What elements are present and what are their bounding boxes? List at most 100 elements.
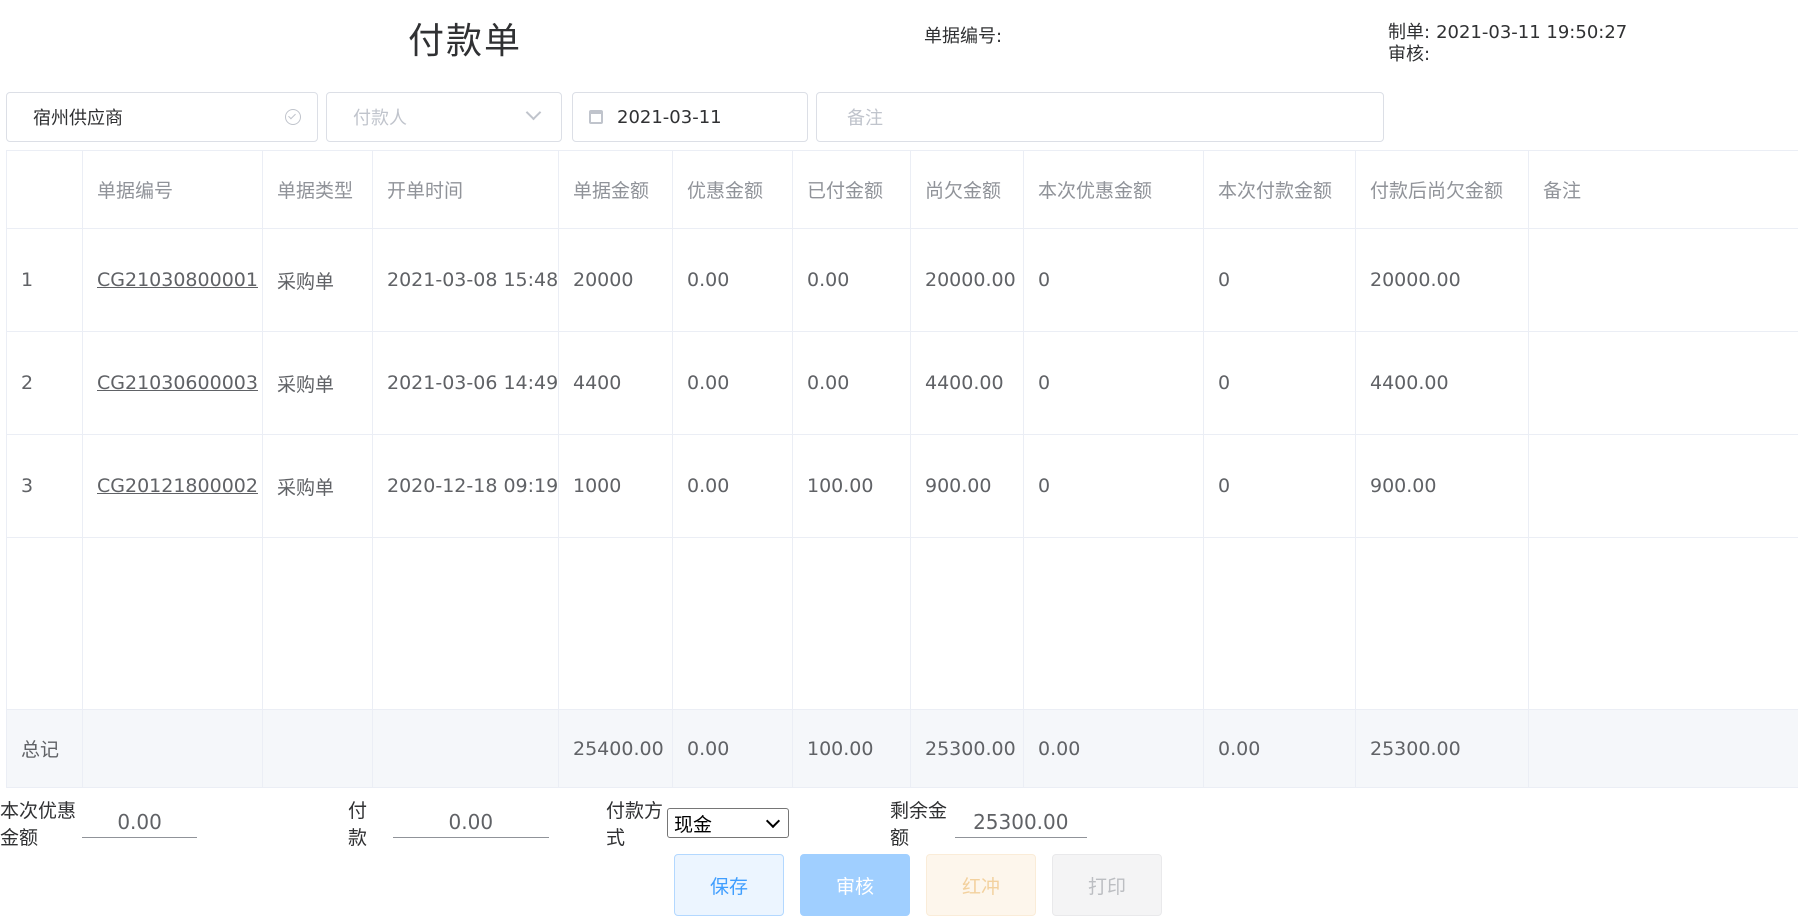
calendar-icon bbox=[589, 110, 603, 124]
table-row: 3 CG20121800002 采购单 2020-12-18 09:19 100… bbox=[6, 434, 1798, 538]
empty-cell bbox=[1528, 537, 1798, 710]
cell-doc-no[interactable]: CG20121800002 bbox=[82, 434, 263, 538]
empty-cell bbox=[558, 537, 673, 710]
cell-current-discount[interactable]: 0 bbox=[1023, 228, 1204, 332]
col-header-doc-type: 单据类型 bbox=[262, 150, 373, 229]
maker-time: 2021-03-11 19:50:27 bbox=[1436, 22, 1628, 43]
total-cell bbox=[372, 709, 559, 788]
maker-info: 制单: 2021-03-11 19:50:27 审核: bbox=[1388, 22, 1627, 66]
discount-value: 0.00 bbox=[82, 808, 198, 838]
total-owed-after: 25300.00 bbox=[1355, 709, 1529, 788]
total-cell bbox=[82, 709, 263, 788]
cell-open-time: 2021-03-08 15:48 bbox=[372, 228, 559, 332]
cell-current-payment[interactable]: 0 bbox=[1203, 228, 1356, 332]
cell-doc-amount: 4400 bbox=[558, 331, 673, 435]
cell-doc-type: 采购单 bbox=[262, 331, 373, 435]
total-doc-amount: 25400.00 bbox=[558, 709, 673, 788]
total-note bbox=[1528, 709, 1798, 788]
doc-no-link[interactable]: CG20121800002 bbox=[97, 475, 258, 497]
cell-doc-amount: 1000 bbox=[558, 434, 673, 538]
table-total-row: 总记 25400.00 0.00 100.00 25300.00 0.00 0.… bbox=[6, 709, 1798, 788]
payment-table: 单据编号 单据类型 开单时间 单据金额 优惠金额 已付金额 尚欠金额 本次优惠金… bbox=[6, 150, 1798, 788]
total-owed: 25300.00 bbox=[910, 709, 1024, 788]
print-button[interactable]: 打印 bbox=[1052, 854, 1162, 916]
col-header-note: 备注 bbox=[1528, 150, 1798, 229]
doc-no-link[interactable]: CG21030800001 bbox=[97, 269, 258, 291]
col-header-doc-no: 单据编号 bbox=[82, 150, 263, 229]
empty-cell bbox=[6, 537, 83, 710]
paytype-label: 付款方式 bbox=[606, 800, 664, 849]
cell-owed: 20000.00 bbox=[910, 228, 1024, 332]
empty-cell bbox=[1203, 537, 1356, 710]
cell-note[interactable] bbox=[1528, 331, 1798, 435]
empty-cell bbox=[262, 537, 373, 710]
check-circle-icon bbox=[285, 109, 301, 125]
cell-doc-no[interactable]: CG21030800001 bbox=[82, 228, 263, 332]
cell-owed-after: 900.00 bbox=[1355, 434, 1529, 538]
total-discount: 0.00 bbox=[672, 709, 793, 788]
paytype-value: 现金 bbox=[674, 813, 713, 836]
date-picker[interactable]: 2021-03-11 bbox=[572, 92, 808, 142]
discount-label: 本次优惠金额 bbox=[0, 800, 77, 849]
col-header-paid: 已付金额 bbox=[792, 150, 911, 229]
cell-discount: 0.00 bbox=[672, 228, 793, 332]
doc-no-link[interactable]: CG21030600003 bbox=[97, 372, 258, 394]
cell-paid: 0.00 bbox=[792, 228, 911, 332]
payer-select[interactable]: 付款人 bbox=[326, 92, 562, 142]
cell-open-time: 2020-12-18 09:19 bbox=[372, 434, 559, 538]
paytype-select[interactable]: 现金 bbox=[667, 808, 790, 838]
cell-current-discount[interactable]: 0 bbox=[1023, 434, 1204, 538]
empty-cell bbox=[1023, 537, 1204, 710]
cell-owed-after: 4400.00 bbox=[1355, 331, 1529, 435]
audit-button[interactable]: 审核 bbox=[800, 854, 910, 916]
discount-summary: 本次优惠金额 0.00 bbox=[0, 796, 198, 850]
empty-cell bbox=[82, 537, 263, 710]
table-header-row: 单据编号 单据类型 开单时间 单据金额 优惠金额 已付金额 尚欠金额 本次优惠金… bbox=[6, 150, 1798, 229]
cell-doc-type: 采购单 bbox=[262, 228, 373, 332]
cell-doc-amount: 20000 bbox=[558, 228, 673, 332]
supplier-select[interactable]: 宿州供应商 bbox=[6, 92, 318, 142]
chevron-down-icon bbox=[765, 813, 781, 829]
cell-open-time: 2021-03-06 14:49 bbox=[372, 331, 559, 435]
payment-value: 0.00 bbox=[392, 808, 550, 838]
remain-summary: 剩余金额 25300.00 bbox=[890, 796, 1088, 850]
col-header-owed: 尚欠金额 bbox=[910, 150, 1024, 229]
cell-owed: 900.00 bbox=[910, 434, 1024, 538]
remain-label: 剩余金额 bbox=[890, 800, 948, 849]
remain-value: 25300.00 bbox=[954, 808, 1088, 838]
date-value: 2021-03-11 bbox=[617, 106, 722, 128]
cell-doc-no[interactable]: CG21030600003 bbox=[82, 331, 263, 435]
empty-cell bbox=[792, 537, 911, 710]
cell-current-discount[interactable]: 0 bbox=[1023, 331, 1204, 435]
total-label: 总记 bbox=[6, 709, 83, 788]
col-header-owed-after: 付款后尚欠金额 bbox=[1355, 150, 1529, 229]
save-button[interactable]: 保存 bbox=[674, 854, 784, 916]
empty-cell bbox=[1355, 537, 1529, 710]
auditor-label: 审核: bbox=[1388, 44, 1431, 65]
cell-current-payment[interactable]: 0 bbox=[1203, 434, 1356, 538]
empty-cell bbox=[372, 537, 559, 710]
cell-index: 3 bbox=[6, 434, 83, 538]
total-current-discount: 0.00 bbox=[1023, 709, 1204, 788]
col-header-open-time: 开单时间 bbox=[372, 150, 559, 229]
total-paid: 100.00 bbox=[792, 709, 911, 788]
col-header-current-payment: 本次付款金额 bbox=[1203, 150, 1356, 229]
table-row: 2 CG21030600003 采购单 2021-03-06 14:49 440… bbox=[6, 331, 1798, 435]
cell-paid: 100.00 bbox=[792, 434, 911, 538]
cell-discount: 0.00 bbox=[672, 434, 793, 538]
total-cell bbox=[262, 709, 373, 788]
col-header-index bbox=[6, 150, 83, 229]
empty-cell bbox=[672, 537, 793, 710]
maker-label: 制单: bbox=[1388, 22, 1431, 43]
cell-note[interactable] bbox=[1528, 434, 1798, 538]
cell-owed: 4400.00 bbox=[910, 331, 1024, 435]
red-reverse-button[interactable]: 红冲 bbox=[926, 854, 1036, 916]
note-placeholder: 备注 bbox=[847, 108, 883, 129]
table-empty-row bbox=[6, 537, 1798, 710]
note-input[interactable]: 备注 bbox=[816, 92, 1384, 142]
cell-current-payment[interactable]: 0 bbox=[1203, 331, 1356, 435]
cell-doc-type: 采购单 bbox=[262, 434, 373, 538]
empty-cell bbox=[910, 537, 1024, 710]
payer-placeholder: 付款人 bbox=[353, 108, 407, 129]
cell-note[interactable] bbox=[1528, 228, 1798, 332]
